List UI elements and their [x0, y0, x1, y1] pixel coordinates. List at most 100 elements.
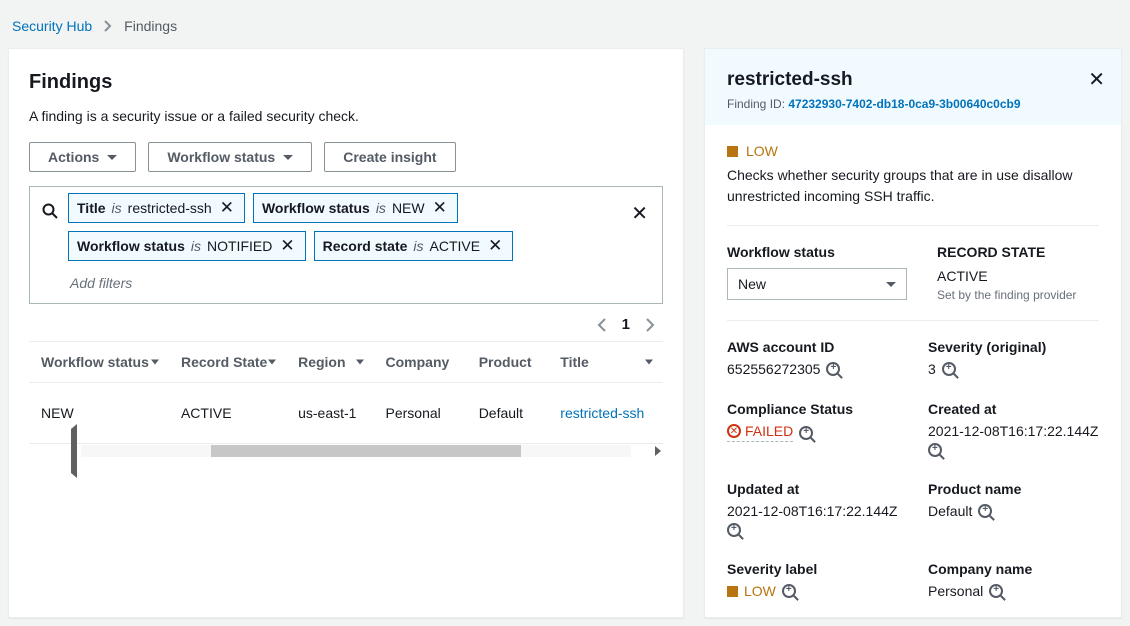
scroll-thumb[interactable]	[211, 445, 521, 457]
zoom-in-icon[interactable]: +	[989, 584, 1003, 598]
caret-down-icon	[283, 155, 293, 160]
severity-badge: LOW	[727, 143, 1099, 159]
breadcrumb-current: Findings	[124, 18, 177, 34]
findings-panel: Findings A finding is a security issue o…	[8, 48, 684, 618]
cell-region: us-east-1	[286, 383, 373, 444]
compliance-value: FAILED	[745, 423, 793, 439]
severity-label-value: LOW	[744, 583, 776, 599]
next-page-icon[interactable]	[646, 318, 655, 332]
remove-filter-icon[interactable]: ✕	[431, 198, 449, 218]
severity-square-icon	[727, 586, 738, 597]
col-company[interactable]: Company	[374, 342, 467, 383]
scroll-track[interactable]	[81, 445, 631, 457]
caret-down-icon	[886, 282, 896, 287]
actions-button[interactable]: Actions	[29, 142, 136, 172]
remove-filter-icon[interactable]: ✕	[218, 198, 236, 218]
detail-title: restricted-ssh	[727, 69, 1099, 91]
zoom-in-icon[interactable]: +	[727, 523, 741, 537]
filter-value: restricted-ssh	[128, 200, 212, 216]
chevron-right-icon	[104, 20, 112, 32]
record-state-value: ACTIVE	[937, 268, 1099, 284]
compliance-status: ✕ FAILED	[727, 423, 793, 442]
aws-account-value: 652556272305	[727, 361, 820, 377]
create-insight-button-label: Create insight	[343, 149, 436, 165]
filter-tags: Title is restricted-ssh ✕ Workflow statu…	[68, 193, 619, 297]
filter-tag[interactable]: Workflow status is NEW ✕	[253, 193, 458, 223]
finding-id-link[interactable]: 47232930-7402-db18-0ca9-3b00640c0cb9	[788, 97, 1020, 111]
filter-value: ACTIVE	[430, 238, 481, 254]
record-state-label: RECORD STATE	[937, 244, 1099, 260]
product-name-value: Default	[928, 503, 972, 519]
cell-company: Personal	[374, 383, 467, 444]
remove-filter-icon[interactable]: ✕	[278, 236, 296, 256]
cell-title: restricted-ssh	[548, 383, 663, 444]
sort-icon	[645, 360, 653, 365]
updated-at-label: Updated at	[727, 481, 898, 497]
workflow-status-button[interactable]: Workflow status	[148, 142, 312, 172]
filter-value: NEW	[392, 200, 425, 216]
sort-icon	[356, 360, 364, 365]
zoom-in-icon[interactable]: +	[782, 584, 796, 598]
zoom-in-icon[interactable]: +	[826, 362, 840, 376]
finding-title-link[interactable]: restricted-ssh	[560, 405, 644, 421]
scroll-left-icon[interactable]	[31, 424, 77, 478]
updated-at-value: 2021-12-08T16:17:22.144Z	[727, 503, 897, 519]
severity-orig-label: Severity (original)	[928, 339, 1099, 355]
breadcrumb: Security Hub Findings	[0, 0, 1130, 48]
finding-id-label: Finding ID:	[727, 97, 788, 111]
current-page: 1	[622, 316, 630, 333]
table-row[interactable]: NEW ACTIVE us-east-1 Personal Default re…	[29, 383, 663, 444]
filter-field: Record state	[323, 238, 408, 254]
horizontal-scrollbar[interactable]	[29, 443, 663, 458]
actions-button-label: Actions	[48, 149, 99, 165]
compliance-label: Compliance Status	[727, 401, 898, 417]
filter-op: is	[112, 200, 122, 216]
finding-detail-panel: restricted-ssh Finding ID: 47232930-7402…	[704, 48, 1122, 618]
remove-filter-icon[interactable]: ✕	[486, 236, 504, 256]
record-state-note: Set by the finding provider	[937, 288, 1099, 302]
search-icon	[40, 193, 60, 219]
sort-icon	[151, 360, 159, 365]
created-at-label: Created at	[928, 401, 1099, 417]
product-name-label: Product name	[928, 481, 1099, 497]
detail-header: restricted-ssh Finding ID: 47232930-7402…	[705, 49, 1121, 125]
company-name-value: Personal	[928, 583, 983, 599]
filter-field: Workflow status	[77, 238, 185, 254]
page-subtitle: A finding is a security issue or a faile…	[29, 108, 663, 124]
breadcrumb-root[interactable]: Security Hub	[12, 18, 92, 34]
filter-field: Workflow status	[262, 200, 370, 216]
filter-op: is	[376, 200, 386, 216]
zoom-in-icon[interactable]: +	[799, 426, 813, 440]
pagination: 1	[29, 304, 663, 341]
severity-badge-text: LOW	[746, 143, 778, 159]
filter-op: is	[191, 238, 201, 254]
page-title: Findings	[29, 71, 663, 94]
failed-icon: ✕	[727, 424, 741, 438]
finding-id: Finding ID: 47232930-7402-db18-0ca9-3b00…	[727, 97, 1099, 111]
create-insight-button[interactable]: Create insight	[324, 142, 455, 172]
finding-description: Checks whether security groups that are …	[727, 165, 1099, 207]
severity-orig-value: 3	[928, 361, 936, 377]
col-product[interactable]: Product	[467, 342, 549, 383]
findings-table: Workflow status Record State Region Comp…	[29, 341, 663, 443]
zoom-in-icon[interactable]: +	[942, 362, 956, 376]
workflow-status-button-label: Workflow status	[167, 149, 275, 165]
clear-filters-icon[interactable]: ✕	[627, 193, 652, 234]
filter-tag[interactable]: Record state is ACTIVE ✕	[314, 231, 514, 261]
scroll-right-icon[interactable]	[655, 446, 661, 456]
workflow-status-select[interactable]: New	[727, 268, 907, 300]
col-title[interactable]: Title	[548, 342, 663, 383]
created-at-value: 2021-12-08T16:17:22.144Z	[928, 423, 1098, 439]
filter-tag[interactable]: Workflow status is NOTIFIED ✕	[68, 231, 306, 261]
col-region[interactable]: Region	[286, 342, 373, 383]
filter-op: is	[413, 238, 423, 254]
close-icon[interactable]: ✕	[1088, 67, 1105, 92]
workflow-status-label: Workflow status	[727, 244, 907, 260]
prev-page-icon[interactable]	[597, 318, 606, 332]
filter-tag[interactable]: Title is restricted-ssh ✕	[68, 193, 245, 223]
zoom-in-icon[interactable]: +	[928, 443, 942, 457]
col-workflow-status[interactable]: Workflow status	[29, 342, 169, 383]
add-filters-input[interactable]: Add filters	[68, 269, 619, 297]
col-record-state[interactable]: Record State	[169, 342, 286, 383]
zoom-in-icon[interactable]: +	[978, 504, 992, 518]
